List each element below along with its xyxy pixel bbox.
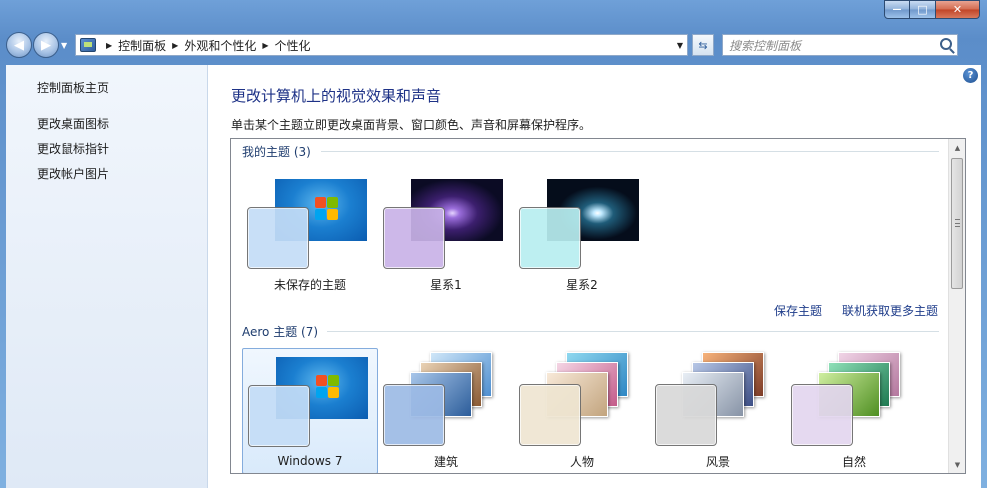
- search-placeholder: 搜索控制面板: [729, 38, 802, 53]
- sidebar: 控制面板主页 更改桌面图标 更改鼠标指针 更改帐户图片: [6, 65, 208, 488]
- forward-arrow-icon: ▶: [41, 37, 51, 53]
- minimize-icon: —: [892, 4, 902, 15]
- group-label-aero-themes: Aero 主题 (7): [242, 325, 319, 339]
- window-frame: — □ ✕ ◀ ▶ ▼ ▶ 控制面板 ▶ 外观和个性化 ▶ 个性化 ▼ ⇆ 搜索…: [0, 0, 987, 488]
- refresh-button[interactable]: ⇆: [692, 34, 714, 56]
- control-panel-icon: [80, 38, 96, 52]
- content-area: 控制面板主页 更改桌面图标 更改鼠标指针 更改帐户图片 ? 更改计算机上的视觉效…: [6, 65, 981, 488]
- theme-name: 星系1: [430, 278, 462, 292]
- address-bar[interactable]: ▶ 控制面板 ▶ 外观和个性化 ▶ 个性化 ▼: [75, 34, 688, 56]
- get-more-themes-link[interactable]: 联机获取更多主题: [842, 302, 938, 319]
- group-divider: [327, 331, 939, 332]
- close-icon: ✕: [952, 3, 963, 16]
- theme-name: 星系2: [566, 278, 598, 292]
- theme-windows7[interactable]: Windows 7: [242, 348, 378, 473]
- theme-color-swatch: [247, 207, 309, 269]
- theme-color-swatch: [655, 384, 717, 446]
- theme-nature[interactable]: 自然: [786, 348, 922, 473]
- back-button[interactable]: ◀: [6, 32, 32, 58]
- chevron-right-icon[interactable]: ▶: [106, 41, 112, 50]
- maximize-button[interactable]: □: [910, 0, 936, 19]
- help-icon[interactable]: ?: [963, 68, 978, 83]
- refresh-icon: ⇆: [698, 38, 708, 52]
- group-label-my-themes: 我的主题 (3): [242, 145, 311, 159]
- windows-logo-icon: [316, 375, 340, 399]
- sidebar-link-home[interactable]: 控制面板主页: [37, 79, 109, 96]
- back-arrow-icon: ◀: [14, 37, 24, 53]
- save-theme-link[interactable]: 保存主题: [774, 302, 822, 319]
- theme-color-swatch: [383, 384, 445, 446]
- chevron-right-icon[interactable]: ▶: [172, 41, 178, 50]
- scroll-up-icon[interactable]: ▲: [949, 139, 965, 156]
- theme-name: 风景: [705, 455, 730, 469]
- address-dropdown-icon[interactable]: ▼: [677, 41, 683, 50]
- close-button[interactable]: ✕: [936, 0, 980, 19]
- breadcrumb-personalization[interactable]: 个性化: [275, 37, 311, 54]
- theme-links: 保存主题 联机获取更多主题: [774, 302, 938, 319]
- recent-pages-dropdown[interactable]: ▼: [61, 41, 71, 50]
- windows-logo-icon: [315, 197, 339, 221]
- sidebar-link-mouse-pointer[interactable]: 更改鼠标指针: [37, 140, 109, 157]
- search-input[interactable]: 搜索控制面板: [722, 34, 958, 56]
- theme-galaxy2[interactable]: 星系2: [514, 171, 650, 297]
- maximize-icon: □: [917, 3, 928, 16]
- theme-color-swatch: [519, 384, 581, 446]
- theme-name: Windows 7: [277, 454, 343, 468]
- theme-galaxy1[interactable]: 星系1: [378, 171, 514, 297]
- caption-buttons: — □ ✕: [884, 0, 980, 20]
- scroll-down-icon[interactable]: ▼: [949, 456, 965, 473]
- minimize-button[interactable]: —: [884, 0, 910, 19]
- group-divider: [321, 151, 939, 152]
- chevron-right-icon[interactable]: ▶: [262, 41, 268, 50]
- sidebar-link-desktop-icons[interactable]: 更改桌面图标: [37, 115, 109, 132]
- theme-characters[interactable]: 人物: [514, 348, 650, 473]
- theme-architecture[interactable]: 建筑: [378, 348, 514, 473]
- navigation-bar: ◀ ▶ ▼ ▶ 控制面板 ▶ 外观和个性化 ▶ 个性化 ▼ ⇆ 搜索控制面板: [6, 27, 981, 63]
- theme-name: 未保存的主题: [273, 278, 346, 292]
- forward-button[interactable]: ▶: [33, 32, 59, 58]
- theme-name: 自然: [841, 455, 866, 469]
- vertical-scrollbar[interactable]: ▲ ▼: [948, 139, 965, 473]
- theme-color-swatch: [248, 385, 310, 447]
- grip-icon: [955, 219, 960, 227]
- theme-color-swatch: [791, 384, 853, 446]
- theme-landscapes[interactable]: 风景: [650, 348, 786, 473]
- search-icon[interactable]: [940, 38, 952, 50]
- sidebar-link-account-picture[interactable]: 更改帐户图片: [37, 165, 109, 182]
- theme-color-swatch: [519, 207, 581, 269]
- theme-color-swatch: [383, 207, 445, 269]
- theme-list: 我的主题 (3) 未保存的主题 星系1 星系2 保存主题 联机获取更多主题 Ae…: [230, 138, 966, 474]
- breadcrumb-control-panel[interactable]: 控制面板: [118, 37, 166, 54]
- scrollbar-thumb[interactable]: [951, 158, 963, 289]
- theme-unsaved[interactable]: 未保存的主题: [242, 171, 378, 297]
- page-description: 单击某个主题立即更改桌面背景、窗口颜色、声音和屏幕保护程序。: [231, 118, 592, 132]
- page-title: 更改计算机上的视觉效果和声音: [231, 87, 442, 105]
- breadcrumb-appearance[interactable]: 外观和个性化: [184, 37, 256, 54]
- theme-name: 人物: [569, 455, 594, 469]
- theme-name: 建筑: [433, 455, 458, 469]
